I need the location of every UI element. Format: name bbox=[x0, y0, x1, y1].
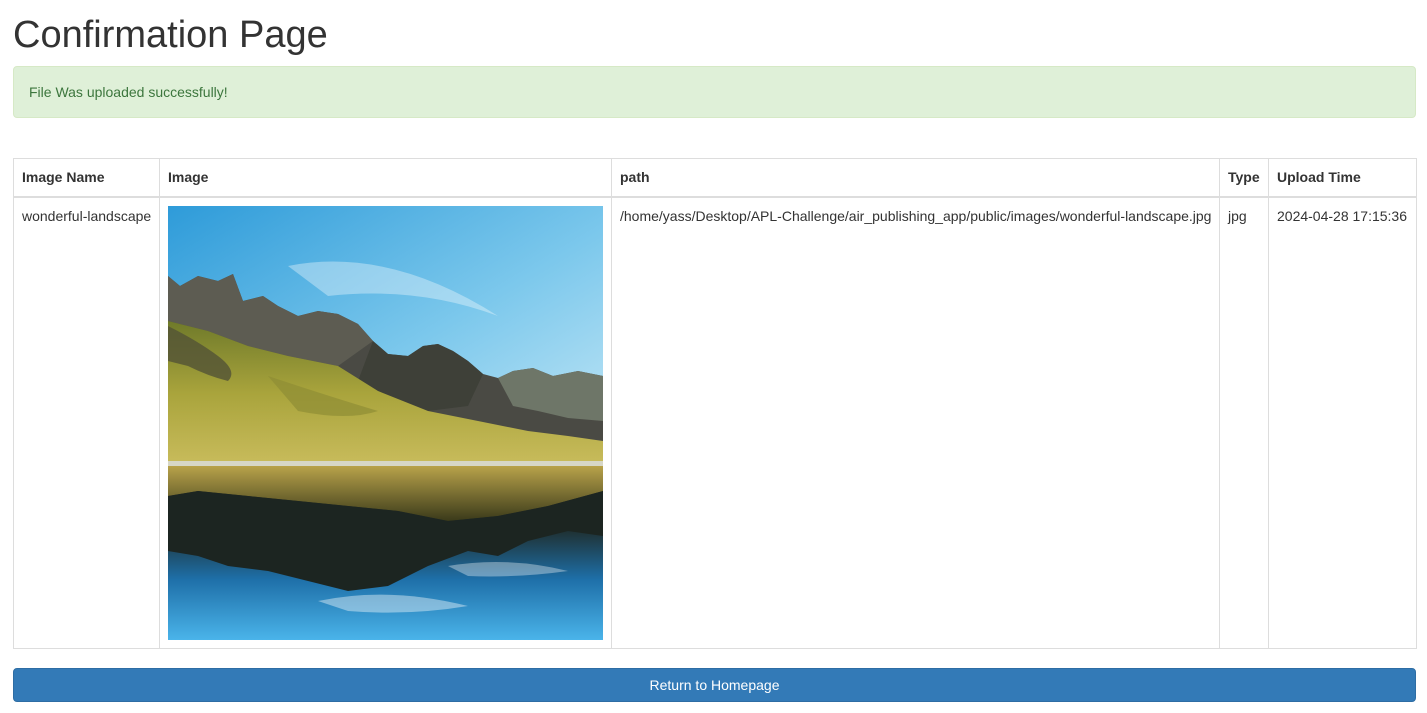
cell-type: jpg bbox=[1219, 196, 1269, 649]
cell-image bbox=[159, 196, 612, 649]
cell-image-name: wonderful-landscape bbox=[13, 196, 160, 649]
table-header-row: Image Name Image path Type Upload Time bbox=[13, 158, 1417, 198]
cell-path: /home/yass/Desktop/APL-Challenge/air_pub… bbox=[611, 196, 1220, 649]
table-row: wonderful-landscape /home/yass/Desktop/A… bbox=[13, 196, 1417, 649]
column-header-image-name: Image Name bbox=[13, 158, 160, 198]
upload-results-table: Image Name Image path Type Upload Time w… bbox=[13, 158, 1417, 649]
cell-upload-time: 2024-04-28 17:15:36 bbox=[1268, 196, 1417, 649]
column-header-image: Image bbox=[159, 158, 612, 198]
landscape-photo bbox=[168, 205, 603, 640]
return-to-homepage-button[interactable]: Return to Homepage bbox=[13, 668, 1416, 702]
page-title: Confirmation Page bbox=[13, 14, 328, 56]
column-header-upload-time: Upload Time bbox=[1268, 158, 1417, 198]
column-header-type: Type bbox=[1219, 158, 1269, 198]
column-header-path: path bbox=[611, 158, 1220, 198]
success-alert: File Was uploaded successfully! bbox=[13, 66, 1416, 118]
success-alert-message: File Was uploaded successfully! bbox=[29, 84, 228, 100]
